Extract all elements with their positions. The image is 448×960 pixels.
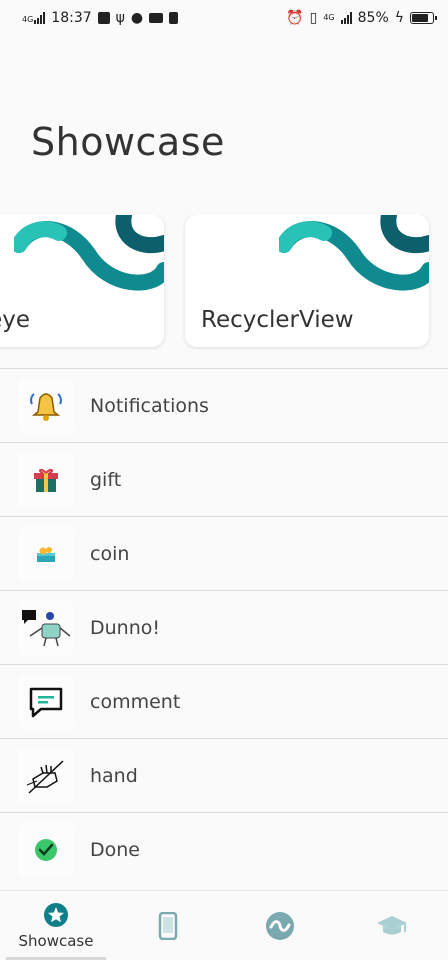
nav-learn[interactable] xyxy=(336,891,448,960)
comment-icon xyxy=(18,673,74,730)
nav-preview[interactable] xyxy=(112,891,224,960)
list-item-coin[interactable]: coin xyxy=(0,516,448,590)
nav-lottiefiles[interactable] xyxy=(224,891,336,960)
card-label: eye xyxy=(0,307,30,333)
network-type-right: 4G xyxy=(323,13,335,22)
dunno-icon xyxy=(18,599,74,656)
status-left: 4G 18:37 ψ ● xyxy=(22,10,179,26)
list-label: Dunno! xyxy=(90,616,160,639)
sd-card-icon xyxy=(169,12,179,24)
video-icon xyxy=(149,13,164,23)
list-item-hand[interactable]: hand xyxy=(0,738,448,812)
app-notification-icon xyxy=(97,12,110,24)
wechat-icon: ● xyxy=(130,10,144,26)
lottie-wave-icon xyxy=(279,215,429,291)
vibrate-icon: ▯ xyxy=(309,10,318,26)
list-label: gift xyxy=(90,468,122,491)
list-item-done[interactable]: Done xyxy=(0,812,448,886)
bell-icon xyxy=(18,377,74,434)
phone-icon xyxy=(158,911,178,940)
cards-carousel[interactable]: eye RecyclerView xyxy=(0,215,448,350)
lottie-logo-icon xyxy=(266,911,294,940)
status-bar: 4G 18:37 ψ ● ⏰ ▯ 4G 85% ϟ xyxy=(0,0,448,36)
charging-icon: ϟ xyxy=(394,10,404,26)
nav-showcase[interactable]: Showcase xyxy=(0,891,112,960)
list-label: coin xyxy=(90,542,130,565)
list-item-notifications[interactable]: Notifications xyxy=(0,368,448,442)
signal-icon-right xyxy=(340,12,352,24)
star-icon xyxy=(44,902,68,927)
usb-icon: ψ xyxy=(115,10,125,26)
list-label: comment xyxy=(90,690,181,713)
card-label: RecyclerView xyxy=(201,307,354,333)
status-right: ⏰ ▯ 4G 85% ϟ xyxy=(286,10,437,26)
bottom-navigation: Showcase xyxy=(0,890,448,960)
animation-list: Notifications gift coin Dunno! comment h… xyxy=(0,368,448,886)
list-label: hand xyxy=(90,764,138,787)
nav-label: Showcase xyxy=(18,931,94,950)
coin-icon xyxy=(18,525,74,582)
battery-icon xyxy=(410,12,437,24)
list-label: Notifications xyxy=(90,394,209,417)
done-icon xyxy=(18,821,74,878)
list-item-gift[interactable]: gift xyxy=(0,442,448,516)
lottie-wave-icon xyxy=(14,215,164,291)
list-item-dunno[interactable]: Dunno! xyxy=(0,590,448,664)
network-type: 4G xyxy=(22,15,34,24)
alarm-icon: ⏰ xyxy=(286,10,304,26)
gift-icon xyxy=(18,451,74,508)
graduation-cap-icon xyxy=(377,915,407,934)
battery-percent: 85% xyxy=(357,10,389,26)
page-title: Showcase xyxy=(31,120,225,164)
card-eye[interactable]: eye xyxy=(0,215,164,347)
hand-icon xyxy=(18,747,74,804)
list-label: Done xyxy=(90,838,140,861)
clock: 18:37 xyxy=(51,10,92,26)
list-item-comment[interactable]: comment xyxy=(0,664,448,738)
signal-icon: 4G xyxy=(22,12,46,24)
card-recyclerview[interactable]: RecyclerView xyxy=(185,215,429,347)
